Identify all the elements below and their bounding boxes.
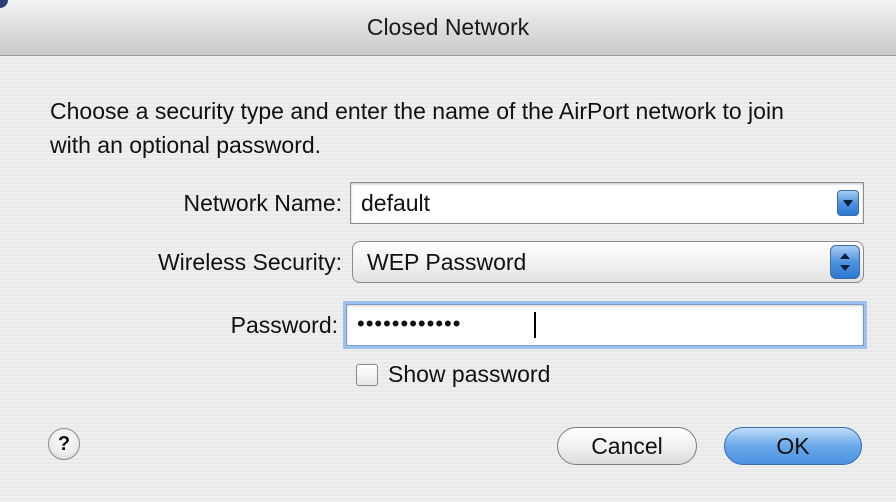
wireless-security-value: WEP Password (367, 249, 527, 275)
ok-button[interactable]: OK (724, 427, 862, 465)
window-corner (0, 0, 8, 8)
show-password-label[interactable]: Show password (388, 361, 550, 388)
text-caret (534, 312, 536, 338)
wireless-security-popup[interactable]: WEP Password (352, 241, 864, 283)
password-input[interactable]: •••••••••••• (346, 304, 864, 346)
wireless-security-arrows[interactable] (830, 245, 860, 279)
password-label: Password: (230, 312, 338, 338)
chevron-down-icon (843, 200, 853, 207)
network-name-label: Network Name: (183, 190, 342, 216)
up-down-arrows-icon (840, 253, 850, 271)
question-mark-icon: ? (57, 433, 71, 455)
window-title: Closed Network (366, 14, 530, 40)
cancel-button[interactable]: Cancel (557, 427, 697, 465)
wireless-security-label: Wireless Security: (157, 249, 342, 275)
network-name-combobox[interactable]: default (350, 182, 864, 224)
instructions-text: Choose a security type and enter the nam… (50, 98, 784, 158)
help-button[interactable]: ? (48, 428, 80, 460)
network-name-value[interactable]: default (361, 190, 430, 217)
show-password-checkbox[interactable] (356, 364, 378, 386)
dialog-window: Closed Network Choose a security type an… (0, 0, 896, 502)
network-name-dropdown-button[interactable] (837, 190, 859, 216)
title-bar[interactable]: Closed Network (0, 0, 896, 56)
password-masked-value: •••••••••••• (357, 311, 462, 336)
